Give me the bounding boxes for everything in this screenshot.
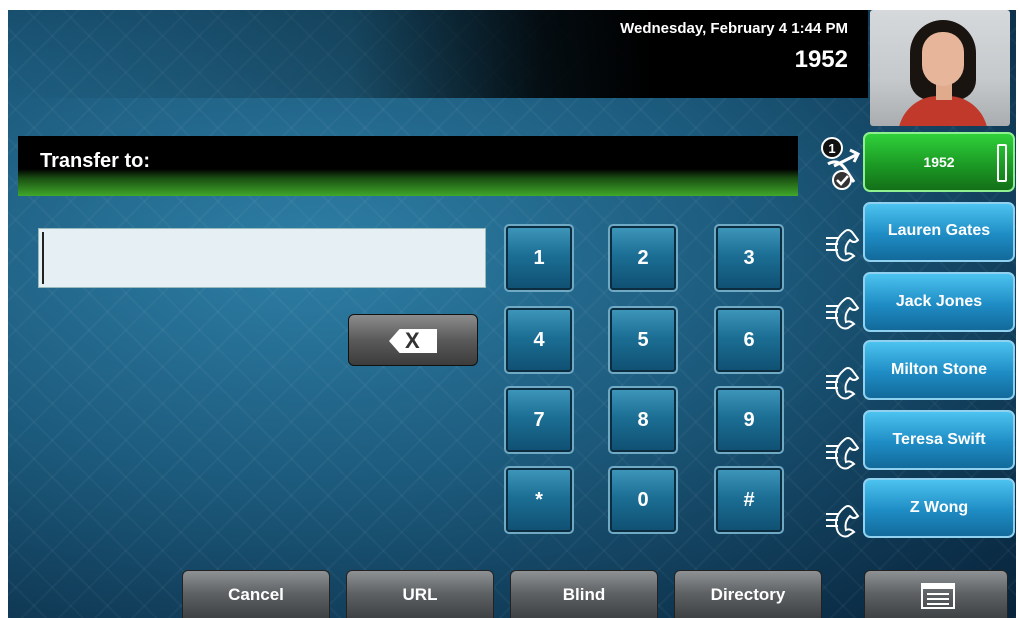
status-bar: Wednesday, February 4 1:44 PM 1952 <box>8 10 868 98</box>
line-label: Teresa Swift <box>892 431 986 448</box>
line-active-indicator <box>997 144 1007 182</box>
blind-button[interactable]: Blind <box>510 570 658 618</box>
keypad-key-8[interactable]: 8 <box>608 386 678 454</box>
transfer-call-icon: 1 <box>821 137 861 190</box>
keypad-key-1[interactable]: 1 <box>504 224 574 292</box>
svg-text:1: 1 <box>828 141 835 156</box>
phone-handset-icon <box>826 437 860 470</box>
keypad-key-hash[interactable]: # <box>714 466 784 534</box>
keypad-key-7[interactable]: 7 <box>504 386 574 454</box>
transfer-label: Transfer to: <box>40 150 151 172</box>
contact-avatar <box>870 10 1010 126</box>
transfer-header: Transfer to: <box>18 136 798 196</box>
line-key-jack-jones[interactable]: Jack Jones <box>863 272 1015 332</box>
backspace-x-glyph: X <box>405 328 420 353</box>
keypad-key-6[interactable]: 6 <box>714 306 784 374</box>
line-label: Jack Jones <box>895 293 983 310</box>
line-label: Lauren Gates <box>887 222 991 239</box>
avatar-shirt <box>898 96 988 126</box>
backspace-button[interactable]: X <box>348 314 478 366</box>
phone-screen: Wednesday, February 4 1:44 PM 1952 Trans… <box>8 10 1016 618</box>
phone-handset-icon <box>826 229 860 262</box>
keypad-key-2[interactable]: 2 <box>608 224 678 292</box>
menu-button[interactable] <box>864 570 1008 618</box>
cancel-button[interactable]: Cancel <box>182 570 330 618</box>
phone-handset-icon <box>826 505 860 538</box>
line-label: 1952 <box>923 154 955 170</box>
dial-input[interactable] <box>38 228 486 288</box>
phone-handset-icon <box>826 297 860 330</box>
line-key-lauren-gates[interactable]: Lauren Gates <box>863 202 1015 262</box>
extension-number: 1952 <box>794 46 848 73</box>
line-key-milton-stone[interactable]: Milton Stone <box>863 340 1015 400</box>
line-key-z-wong[interactable]: Z Wong <box>863 478 1015 538</box>
text-cursor <box>42 232 44 284</box>
avatar-face <box>922 32 964 86</box>
keypad-key-3[interactable]: 3 <box>714 224 784 292</box>
keypad-key-9[interactable]: 9 <box>714 386 784 454</box>
menu-icon <box>921 583 955 609</box>
keypad-key-star[interactable]: * <box>504 466 574 534</box>
directory-button[interactable]: Directory <box>674 570 822 618</box>
keypad-key-4[interactable]: 4 <box>504 306 574 374</box>
url-button[interactable]: URL <box>346 570 494 618</box>
line-label: Z Wong <box>909 499 969 516</box>
phone-handset-icon <box>826 367 860 400</box>
line-key-1952[interactable]: 1952 <box>863 132 1015 192</box>
line-key-teresa-swift[interactable]: Teresa Swift <box>863 410 1015 470</box>
keypad-key-0[interactable]: 0 <box>608 466 678 534</box>
keypad-key-5[interactable]: 5 <box>608 306 678 374</box>
line-label: Milton Stone <box>891 361 987 378</box>
date-time: Wednesday, February 4 1:44 PM <box>620 20 848 37</box>
